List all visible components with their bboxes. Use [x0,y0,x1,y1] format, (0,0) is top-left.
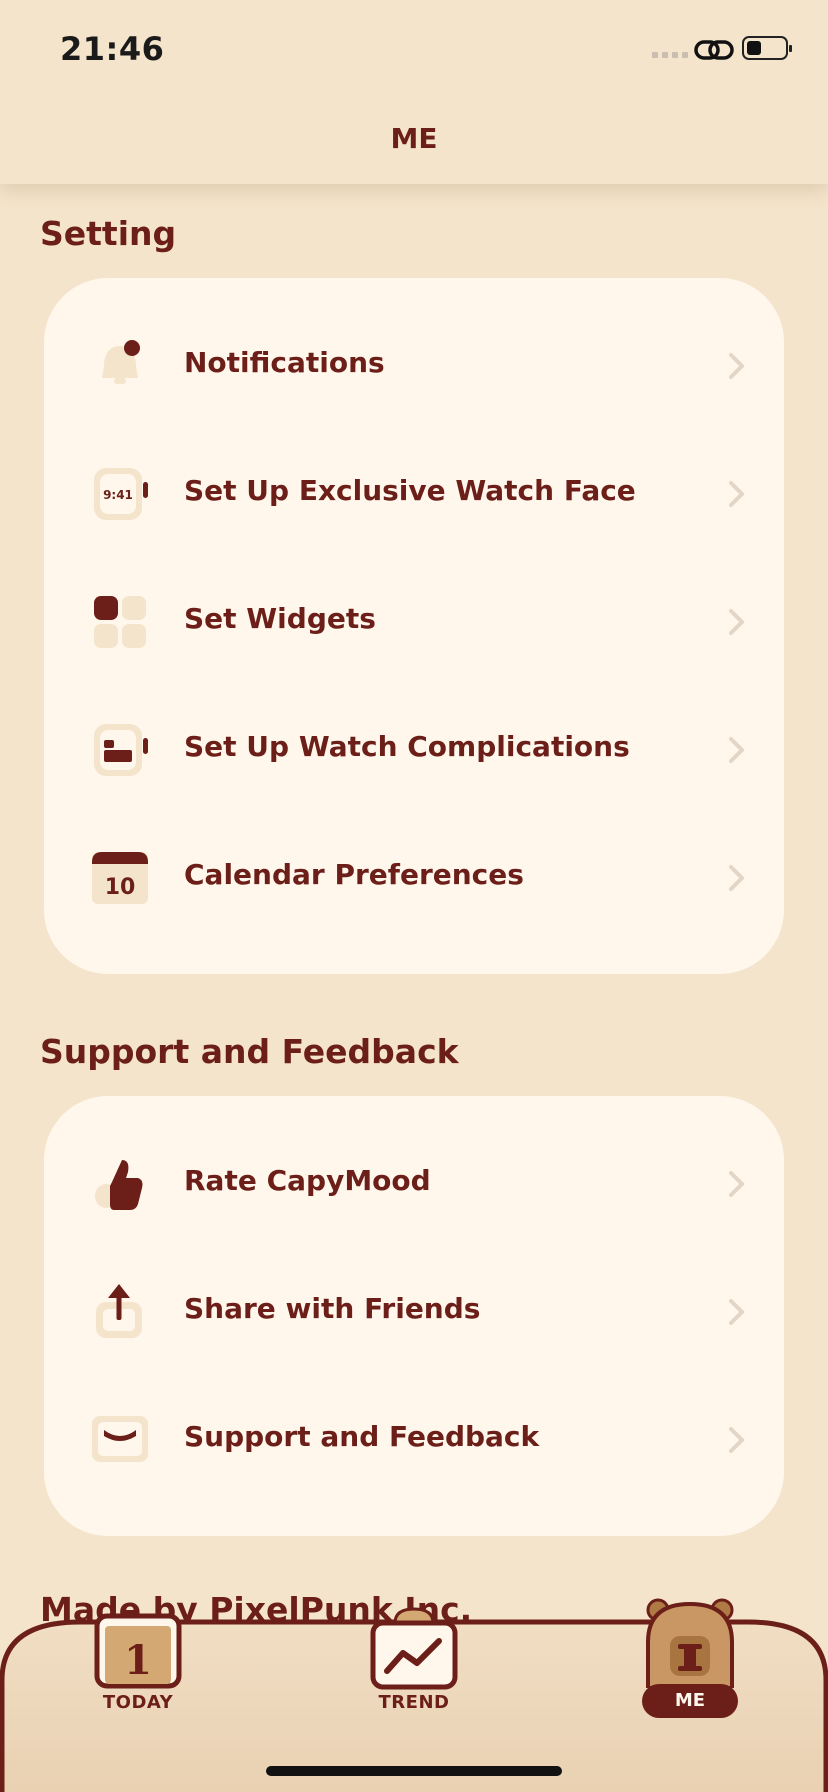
chevron-right-icon [729,609,744,635]
chevron-right-icon [729,481,744,507]
settings-item-watch-face[interactable]: 9:41 Set Up Exclusive Watch Face [44,430,784,558]
chevron-right-icon [729,1427,744,1453]
settings-item-label: Calendar Preferences [184,858,524,891]
settings-item-notifications[interactable]: Notifications [44,302,784,430]
settings-item-label: Notifications [184,346,385,379]
status-time: 21:46 [60,30,165,68]
watch-complication-icon [94,724,148,776]
tab-label-today: TODAY [102,1692,174,1713]
support-item-share[interactable]: Share with Friends [44,1248,784,1376]
support-item-label: Share with Friends [184,1292,481,1325]
watch-face-icon-time: 9:41 [103,488,133,502]
mail-icon [92,1416,148,1462]
trend-tab-icon [370,1607,458,1690]
tab-label-trend: TREND [378,1692,450,1713]
chevron-right-icon [729,353,744,379]
settings-item-label: Set Up Exclusive Watch Face [184,474,636,507]
home-indicator [266,1766,562,1776]
chevron-right-icon [729,865,744,891]
page-title: ME [390,122,438,155]
chevron-right-icon [729,737,744,763]
section-title-support: Support and Feedback [40,1032,459,1071]
link-icon [694,40,734,60]
capybara-tab-icon [646,1598,734,1688]
section-title-setting: Setting [40,214,177,253]
support-item-rate[interactable]: Rate CapyMood [44,1120,784,1248]
calendar-icon-day: 10 [105,875,136,900]
widgets-icon [94,596,146,648]
settings-item-label: Set Widgets [184,602,376,635]
chevron-right-icon [729,1299,744,1325]
settings-card: Notifications 9:41 Set Up Exclusive Watc… [44,278,784,974]
today-tab-day: 1 [124,1637,152,1684]
status-bar: 21:46 [0,0,828,100]
thumbs-up-icon [95,1160,143,1210]
support-item-label: Rate CapyMood [184,1164,431,1197]
cellular-signal-icon [652,52,688,58]
watch-face-icon: 9:41 [94,468,148,520]
settings-item-calendar-preferences[interactable]: 10 Calendar Preferences [44,814,784,942]
tab-label-me: ME [642,1684,738,1718]
support-item-label: Support and Feedback [184,1420,540,1453]
settings-item-widgets[interactable]: Set Widgets [44,558,784,686]
support-card: Rate CapyMood Share with Friends Support… [44,1096,784,1536]
battery-icon [742,36,792,60]
settings-item-watch-complications[interactable]: Set Up Watch Complications [44,686,784,814]
settings-item-label: Set Up Watch Complications [184,730,630,763]
calendar-icon: 10 [92,852,148,904]
calendar-tab-icon: 1 [94,1613,182,1689]
bell-icon [102,340,140,384]
share-icon [96,1284,142,1338]
chevron-right-icon [729,1171,744,1197]
support-item-feedback[interactable]: Support and Feedback [44,1376,784,1504]
